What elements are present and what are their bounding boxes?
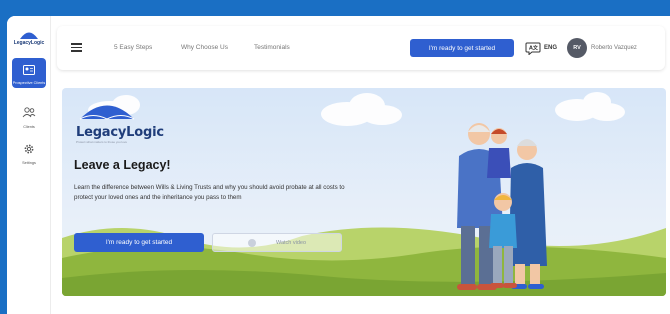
top-navigation-bar: 5 Easy Steps Why Choose Us Testimonials … [57,26,665,70]
sidebar-item-label: Prospective Clients [12,81,46,85]
nav-link-testimonials[interactable]: Testimonials [254,44,290,51]
family-illustration [457,123,547,290]
umbrella-logo-icon [79,105,135,120]
hero-description: Learn the difference between Wills & Liv… [74,184,345,201]
brand-logo: LegacyLogic Protect what matters to thos… [76,100,166,144]
gear-icon [24,144,34,154]
brand-tagline: Protect what matters to those you love [76,140,128,144]
watch-video-button[interactable]: Watch video [212,233,342,252]
sidebar-item-label: Settings [22,161,36,165]
nav-link-why-choose-us[interactable]: Why Choose Us [181,44,228,51]
watch-video-label: Watch video [275,239,307,246]
user-name[interactable]: Roberto Vazquez [591,45,637,51]
hero-get-started-button[interactable]: I'm ready to get started [74,233,204,252]
app-window: LegacyLogic Prospective Clients Clients [7,16,670,314]
hero-headline: Leave a Legacy! [74,158,171,172]
get-started-button[interactable]: I'm ready to get started [410,39,514,57]
sidebar-logo-text: LegacyLogic [13,40,45,46]
svg-text:A文: A文 [529,44,539,51]
sidebar-item-label: Clients [23,125,35,129]
avatar[interactable]: RV [567,38,587,58]
brand-name: LegacyLogic [76,125,164,140]
address-card-icon [23,65,35,75]
sidebar: LegacyLogic Prospective Clients Clients [7,16,51,314]
umbrella-logo-icon [20,32,38,39]
language-selector[interactable]: A文 ENG [525,41,557,55]
sidebar-item-clients[interactable]: Clients [12,106,46,132]
sidebar-item-settings[interactable]: Settings [12,142,46,168]
sidebar-logo[interactable]: LegacyLogic [13,30,45,46]
nav-link-easy-steps[interactable]: 5 Easy Steps [114,44,152,51]
play-icon [247,238,256,247]
translate-icon: A文 [525,42,541,55]
language-label: ENG [544,45,558,51]
sidebar-item-prospective-clients[interactable]: Prospective Clients [12,58,46,88]
hero-banner: LegacyLogic Protect what matters to thos… [62,88,666,296]
hamburger-menu-icon[interactable] [71,43,82,52]
users-icon [22,107,36,118]
